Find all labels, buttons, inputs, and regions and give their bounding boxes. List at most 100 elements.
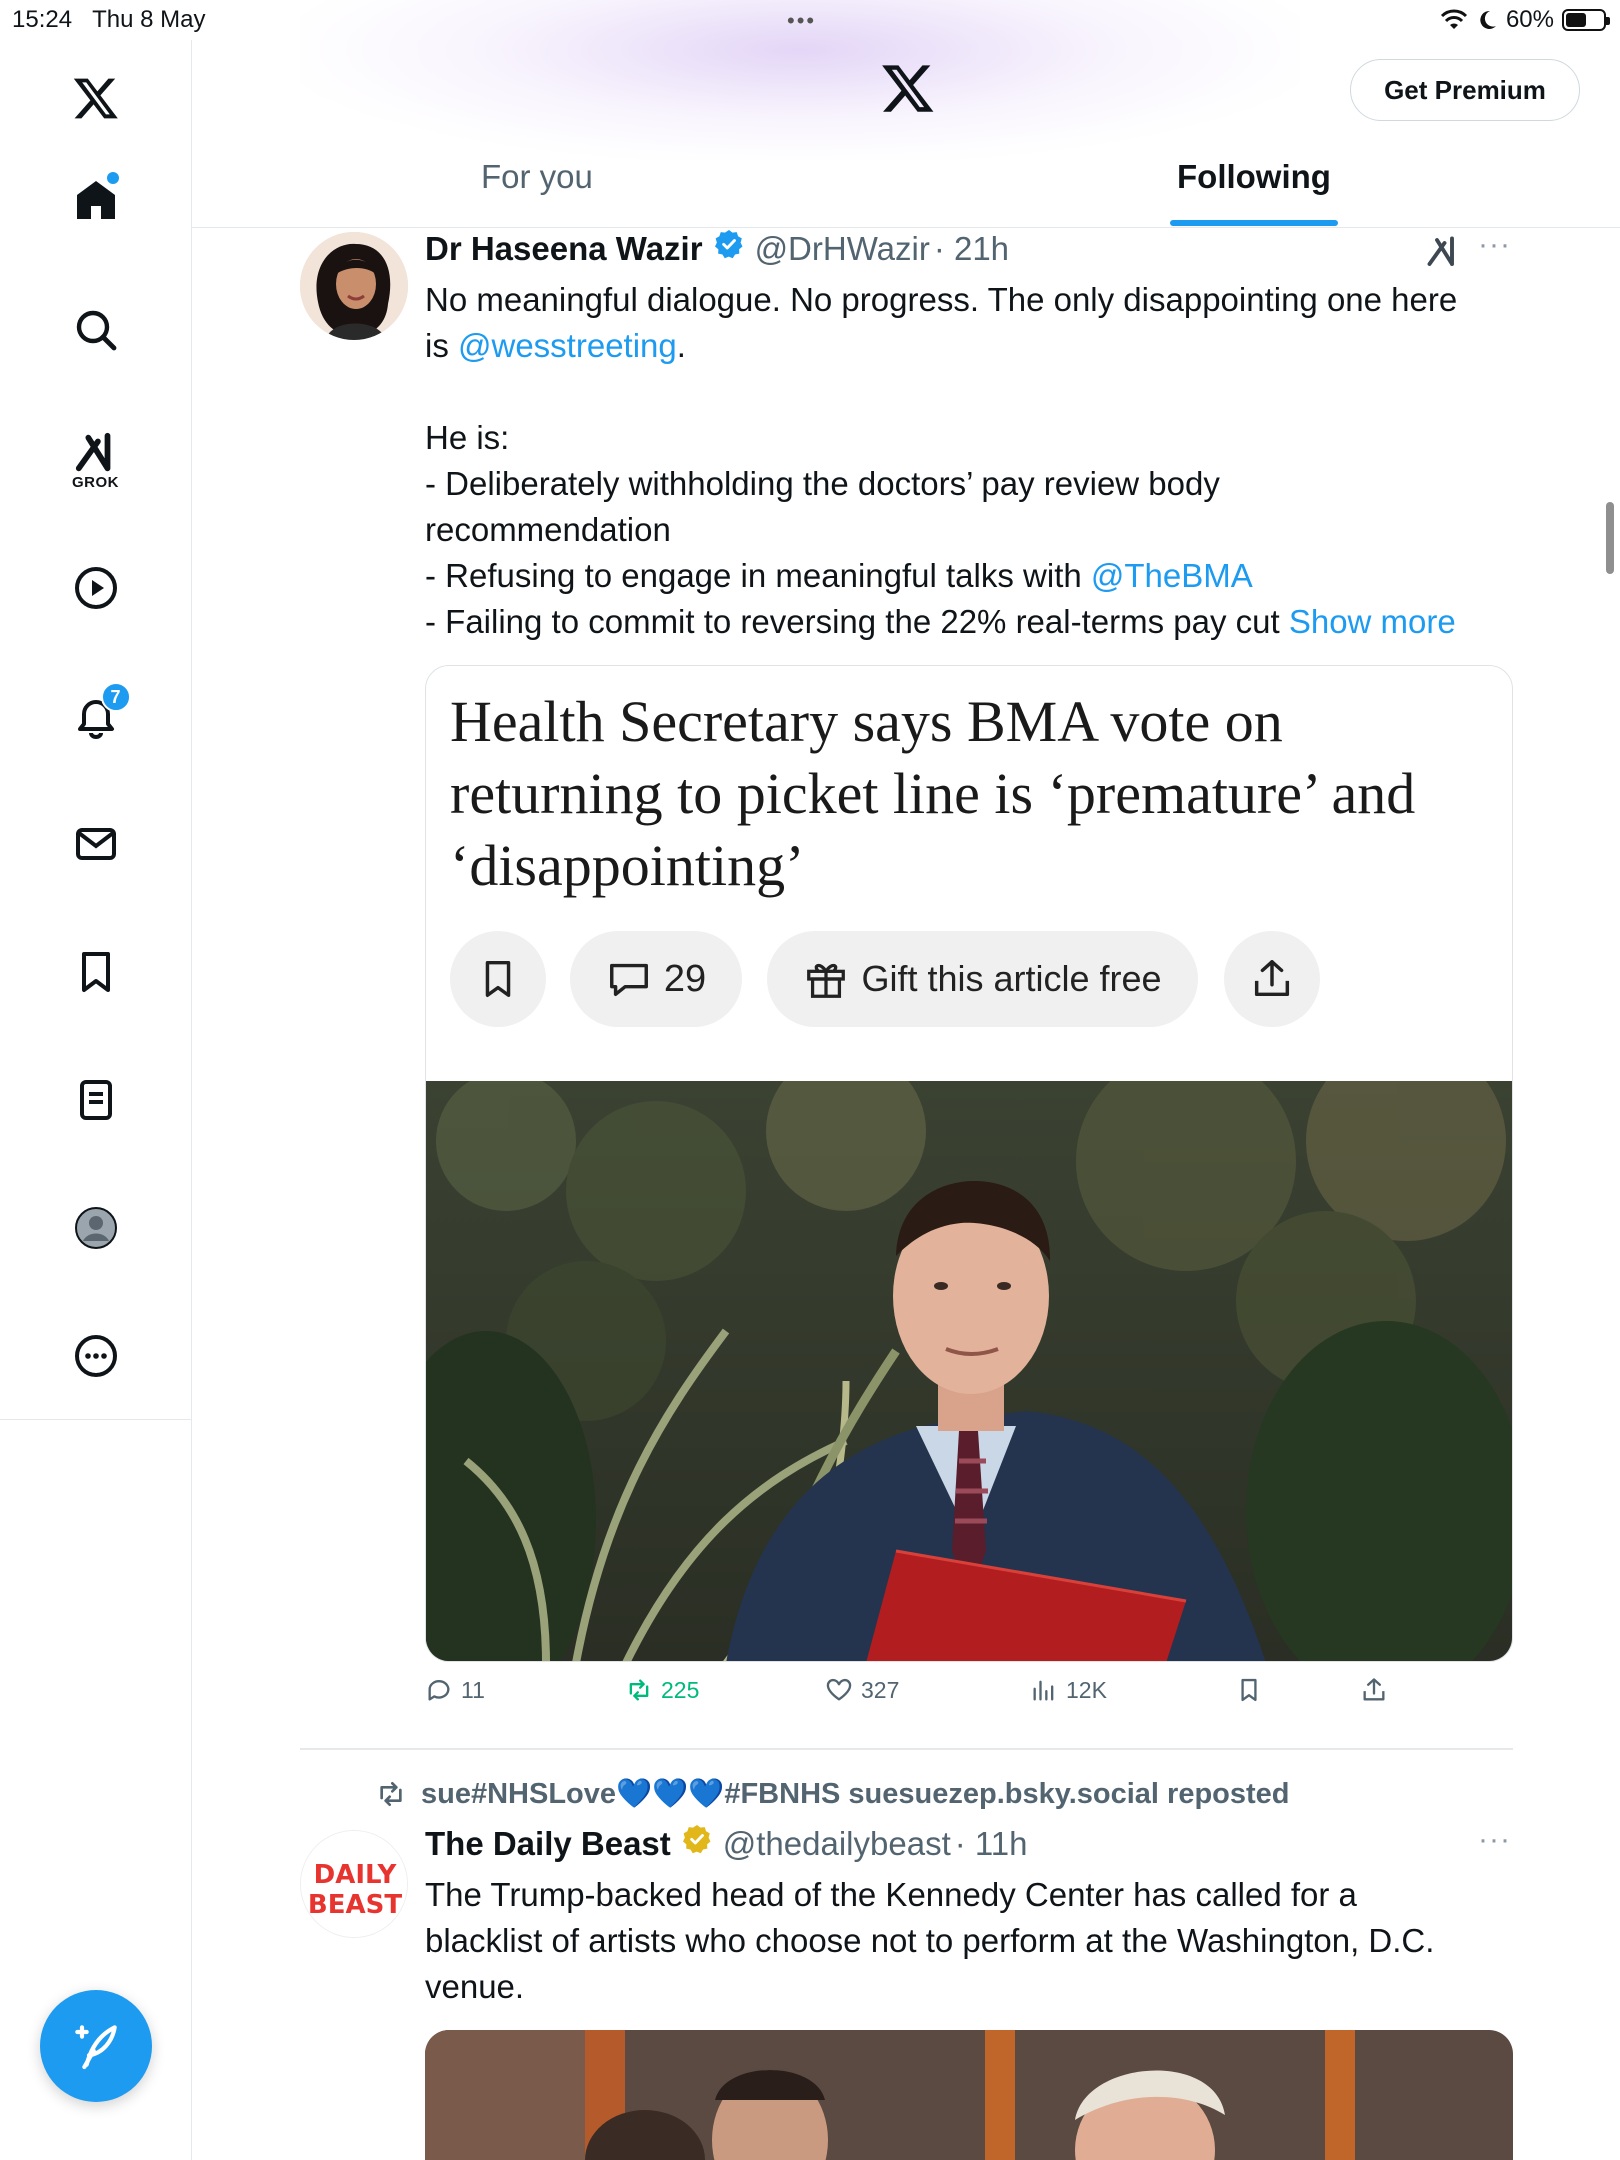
gift-label: Gift this article free xyxy=(861,958,1162,999)
share-icon xyxy=(1363,1678,1385,1701)
post-line: recommendation xyxy=(425,511,671,548)
share-button[interactable] xyxy=(1360,1676,1388,1704)
compose-icon xyxy=(75,2025,117,2070)
post-line: - Deliberately withholding the doctors’ … xyxy=(425,465,1220,502)
post-line: - Failing to commit to reversing the 22%… xyxy=(425,603,1456,640)
author-handle[interactable]: @DrHWazir xyxy=(755,230,930,268)
article-bookmark-button[interactable] xyxy=(450,931,546,1027)
author-name[interactable]: Dr Haseena Wazir xyxy=(425,230,703,268)
scrollbar[interactable] xyxy=(1606,502,1614,574)
home-unread-dot xyxy=(106,172,119,184)
comment-icon xyxy=(609,963,648,997)
mention-link[interactable]: @TheBMA xyxy=(1091,557,1253,594)
post-line: blacklist of artists who choose not to p… xyxy=(425,1922,1435,1959)
article-share-button[interactable] xyxy=(1224,931,1320,1027)
repost-count: 225 xyxy=(661,1676,700,1703)
views-count: 12K xyxy=(1066,1676,1107,1703)
notifications-icon[interactable]: 7 xyxy=(51,676,141,756)
post-line: He is: xyxy=(425,419,510,456)
article-headline: Health Secretary says BMA vote on return… xyxy=(450,689,1416,898)
repost-icon xyxy=(629,1679,649,1701)
verified-badge-icon xyxy=(714,230,743,259)
active-tab-indicator xyxy=(1170,220,1338,226)
home-icon[interactable] xyxy=(51,160,141,240)
post-line: venue. xyxy=(425,1968,525,2005)
more-icon[interactable] xyxy=(51,1316,141,1396)
wifi-icon xyxy=(1440,9,1468,29)
status-time: 15:24 Thu 8 May xyxy=(12,6,206,33)
lists-icon[interactable] xyxy=(51,1060,141,1140)
profile-icon[interactable] xyxy=(51,1188,141,1268)
video-icon[interactable] xyxy=(51,548,141,628)
avatar[interactable] xyxy=(300,232,408,340)
post-time: · 11h xyxy=(954,1825,1028,1862)
bookmark-button[interactable] xyxy=(1235,1676,1263,1704)
post-header: The Daily Beast @thedailybeast · 11h xyxy=(425,1823,1028,1863)
repost-icon xyxy=(380,1782,402,1806)
header-x-logo-icon[interactable] xyxy=(880,60,936,116)
compose-button[interactable] xyxy=(40,1990,152,2102)
reply-count: 11 xyxy=(461,1676,485,1703)
views-button[interactable]: 12K xyxy=(1030,1676,1107,1704)
multitasking-dots-icon[interactable]: ••• xyxy=(787,8,816,34)
reply-button[interactable]: 11 xyxy=(425,1676,485,1704)
post-more-icon[interactable]: ··· xyxy=(1478,1823,1511,1857)
post-header: Dr Haseena Wazir @DrHWazir · 21h xyxy=(425,228,1009,268)
x-logo-icon[interactable] xyxy=(51,58,141,138)
repost-text: sue#NHSLove💙💙💙#FBNHS suesuezep.bsky.soci… xyxy=(421,1778,1290,1810)
author-name[interactable]: The Daily Beast xyxy=(425,1825,671,1863)
moon-icon xyxy=(1480,10,1496,29)
reply-icon xyxy=(428,1680,450,1701)
article-photo[interactable] xyxy=(426,1081,1512,1661)
views-icon xyxy=(1033,1680,1054,1701)
mention-link[interactable]: @wesstreeting xyxy=(458,327,677,364)
status-bar: 15:24 Thu 8 May ••• 60% xyxy=(0,0,1620,40)
bookmarks-icon[interactable] xyxy=(51,932,141,1012)
post-line: - Refusing to engage in meaningful talks… xyxy=(425,557,1253,594)
gift-article-button[interactable]: Gift this article free xyxy=(767,931,1198,1027)
article-comments-button[interactable]: 29 xyxy=(570,931,742,1027)
verified-gold-badge-icon xyxy=(682,1825,711,1854)
post-body: The Trump-backed head of the Kennedy Cen… xyxy=(425,1872,1515,2010)
author-handle[interactable]: @thedailybeast xyxy=(723,1825,951,1863)
avatar-text-beast: BEAST xyxy=(308,1890,402,1920)
heart-icon xyxy=(826,1678,852,1701)
share-icon xyxy=(1254,960,1290,997)
like-button[interactable]: 327 xyxy=(825,1676,899,1704)
battery-percent: 60% xyxy=(1505,6,1554,33)
post-actions: 11 225 327 12K xyxy=(425,1676,1505,1720)
post-line: The Trump-backed head of the Kennedy Cen… xyxy=(425,1876,1357,1913)
post-separator xyxy=(300,1748,1513,1750)
post-line: is @wesstreeting. xyxy=(425,327,686,364)
bookmark-icon xyxy=(485,960,511,998)
search-icon[interactable] xyxy=(51,290,141,370)
like-count: 327 xyxy=(861,1676,900,1703)
messages-icon[interactable] xyxy=(51,804,141,884)
article-card[interactable]: Health Secretary says BMA vote on return… xyxy=(425,665,1513,1662)
tab-following[interactable]: Following xyxy=(1177,158,1331,196)
notifications-badge: 7 xyxy=(100,682,131,712)
post-more-icon[interactable]: ··· xyxy=(1478,228,1511,262)
sidebar: GROK 7 xyxy=(0,40,192,2160)
bookmark-icon xyxy=(1241,1678,1257,1702)
sidebar-divider xyxy=(0,1419,192,1420)
grok-icon[interactable]: GROK xyxy=(51,420,141,500)
tab-for-you[interactable]: For you xyxy=(481,158,593,196)
get-premium-button[interactable]: Get Premium xyxy=(1350,59,1580,121)
post-line: No meaningful dialogue. No progress. The… xyxy=(425,281,1458,318)
show-more-link[interactable]: Show more xyxy=(1289,603,1456,640)
status-right: 60% xyxy=(1440,6,1610,34)
post-time: · 21h xyxy=(933,230,1010,267)
avatar-text-daily: DAILY xyxy=(314,1860,398,1890)
repost-button[interactable]: 225 xyxy=(625,1676,699,1704)
repost-indicator[interactable]: sue#NHSLove💙💙💙#FBNHS suesuezep.bsky.soci… xyxy=(375,1777,1290,1811)
gift-icon xyxy=(807,963,846,998)
battery-icon xyxy=(1562,9,1610,31)
grok-label: GROK xyxy=(72,473,119,491)
comment-count: 29 xyxy=(663,957,707,1000)
post-media[interactable] xyxy=(425,2030,1513,2160)
grok-explain-icon[interactable] xyxy=(1425,234,1461,270)
avatar[interactable]: DAILY BEAST xyxy=(300,1830,408,1938)
post-body: No meaningful dialogue. No progress. The… xyxy=(425,277,1515,645)
